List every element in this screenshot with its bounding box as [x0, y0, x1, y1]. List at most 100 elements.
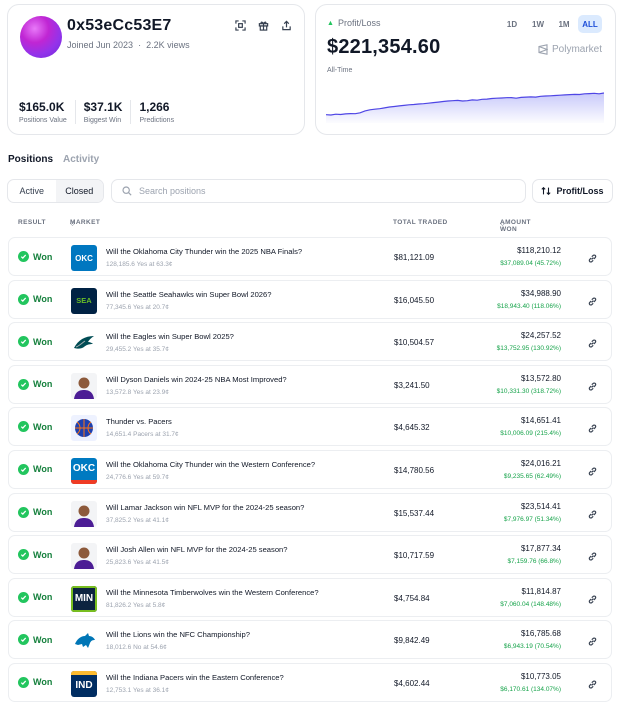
- sort-toggle-icon: ◇: [500, 220, 506, 227]
- table-row[interactable]: Won Will the Lions win the NFC Champions…: [8, 620, 612, 660]
- amount-won: $118,210.12: [517, 246, 561, 255]
- total-traded: $10,504.57: [394, 338, 435, 348]
- check-circle-icon: [18, 676, 29, 688]
- range-1w[interactable]: 1W: [526, 15, 550, 33]
- amount-won: $24,016.21: [520, 458, 561, 468]
- profile-meta: Joined Jun 2023 · 2.2K views: [67, 40, 190, 50]
- stat-label: Positions Value: [19, 117, 67, 124]
- logo-text: OKC: [72, 463, 96, 475]
- link-icon[interactable]: [587, 464, 599, 476]
- logo-text: OKC: [75, 253, 93, 263]
- total-traded: $14,780.56: [394, 465, 435, 475]
- basketball-icon: [71, 415, 97, 442]
- link-icon[interactable]: [587, 634, 599, 646]
- total-traded: $9,842.49: [394, 636, 430, 646]
- profit-percent: $7,159.76 (66.8%): [507, 558, 561, 566]
- table-row[interactable]: Won OKC Will the Oklahoma City Thunder w…: [8, 449, 612, 489]
- link-icon[interactable]: [587, 677, 599, 689]
- link-icon[interactable]: [587, 592, 599, 604]
- result-label: Won: [33, 634, 53, 645]
- tab-positions[interactable]: Positions: [8, 154, 53, 165]
- market-title[interactable]: Will the Lions win the NFC Championship?: [106, 630, 250, 639]
- eagles-logo: [74, 336, 94, 349]
- table-row[interactable]: Won Will Josh Allen win NFL MVP for the …: [8, 535, 612, 575]
- username: 0x53eCc53E7: [67, 17, 172, 34]
- result-label: Won: [33, 464, 53, 475]
- market-title[interactable]: Will the Minnesota Timberwolves win the …: [106, 588, 319, 597]
- table-row[interactable]: Won SEA Will the Seattle Seahawks win Su…: [8, 279, 612, 319]
- market-title[interactable]: Will the Seattle Seahawks win Super Bowl…: [106, 290, 271, 299]
- search-input[interactable]: [139, 186, 499, 196]
- table-row[interactable]: Won OKC Will the Oklahoma City Thunder w…: [8, 237, 612, 276]
- result-badge: Won: [18, 463, 53, 475]
- link-icon[interactable]: [587, 549, 599, 561]
- gift-icon[interactable]: [256, 18, 270, 32]
- result-badge: Won: [18, 634, 53, 646]
- views-count: 2.2K views: [146, 40, 190, 50]
- range-1d[interactable]: 1D: [500, 15, 524, 33]
- check-circle-icon: [18, 634, 29, 646]
- market-thumbnail: SEA: [71, 287, 97, 314]
- scan-icon[interactable]: [233, 18, 247, 32]
- okc-logo: OKC: [71, 245, 97, 271]
- check-circle-icon: [18, 506, 29, 518]
- market-title[interactable]: Will the Oklahoma City Thunder win the W…: [106, 460, 315, 469]
- result-badge: Won: [18, 676, 52, 688]
- result-label: Won: [33, 379, 53, 390]
- market-shares: 24,776.6 Yes at 59.7¢: [106, 473, 169, 481]
- filter-active-button[interactable]: Active: [8, 180, 56, 202]
- market-title[interactable]: Will Josh Allen win NFL MVP for the 2024…: [106, 545, 288, 554]
- check-circle-icon: [18, 293, 29, 305]
- range-all[interactable]: ALL: [578, 15, 602, 33]
- amount-won: $24,257.52: [520, 331, 561, 341]
- result-label: Won: [33, 507, 53, 518]
- market-thumbnail: [71, 500, 97, 527]
- filter-closed-button[interactable]: Closed: [55, 180, 103, 202]
- section-tabs: Positions Activity: [8, 154, 99, 165]
- table-row[interactable]: Won Will Dyson Daniels win 2024-25 NBA M…: [8, 364, 612, 404]
- table-row[interactable]: Won Will the Eagles win Super Bowl 2025?…: [8, 322, 612, 362]
- player-photo-icon: [71, 500, 97, 527]
- result-badge: Won: [18, 378, 53, 390]
- table-row[interactable]: Won MIN Will the Minnesota Timberwolves …: [8, 577, 612, 617]
- link-icon[interactable]: [587, 507, 599, 519]
- result-label: Won: [33, 421, 53, 432]
- market-title[interactable]: Will the Eagles win Super Bowl 2025?: [106, 332, 234, 341]
- market-title[interactable]: Thunder vs. Pacers: [106, 417, 172, 426]
- table-row[interactable]: Won IND Will the Indiana Pacers win the …: [8, 662, 612, 702]
- stat-predictions: 1,266 Predictions: [139, 100, 182, 124]
- result-label: Won: [33, 251, 53, 262]
- stat-label: Biggest Win: [83, 117, 122, 124]
- timberwolves-logo: MIN: [71, 585, 97, 612]
- link-icon[interactable]: [587, 379, 599, 391]
- logo-text: MIN: [74, 593, 94, 605]
- logo-text: IND: [75, 680, 93, 692]
- profit-percent: $7,976.97 (51.34%): [503, 515, 561, 523]
- table-row[interactable]: Won Thunder vs. Pacers 14,651.4 Pacers a…: [8, 407, 612, 447]
- table-row[interactable]: Won Will Lamar Jackson win NFL MVP for t…: [8, 492, 612, 532]
- sort-button[interactable]: Profit/Loss: [532, 179, 613, 203]
- market-shares: 14,651.4 Pacers at 31.7¢: [106, 431, 179, 439]
- total-traded: $15,537.44: [394, 508, 435, 518]
- market-title[interactable]: Will the Indiana Pacers win the Eastern …: [106, 673, 284, 682]
- range-1m[interactable]: 1M: [552, 15, 576, 33]
- link-icon[interactable]: [587, 421, 599, 433]
- market-title[interactable]: Will Dyson Daniels win 2024-25 NBA Most …: [106, 375, 287, 384]
- market-shares: 81,826.2 Yes at 5.8¢: [106, 601, 166, 609]
- profile-stats: $165.0K Positions Value $37.1K Biggest W…: [19, 100, 190, 124]
- search-icon: [122, 186, 132, 196]
- check-circle-icon: [18, 549, 29, 561]
- profit-percent: $6,170.61 (134.07%): [500, 685, 561, 693]
- market-title[interactable]: Will Lamar Jackson win NFL MVP for the 2…: [106, 503, 304, 512]
- link-icon[interactable]: [587, 294, 599, 306]
- brand-name: Polymarket: [551, 44, 602, 55]
- result-label: Won: [33, 294, 53, 305]
- market-thumbnail: [71, 543, 97, 570]
- share-icon[interactable]: [279, 18, 293, 32]
- profit-percent: $7,060.04 (148.48%): [500, 600, 561, 608]
- link-icon[interactable]: [587, 251, 599, 263]
- market-title[interactable]: Will the Oklahoma City Thunder win the 2…: [106, 247, 302, 256]
- link-icon[interactable]: [587, 336, 599, 348]
- tab-activity[interactable]: Activity: [63, 154, 99, 165]
- result-label: Won: [33, 336, 53, 347]
